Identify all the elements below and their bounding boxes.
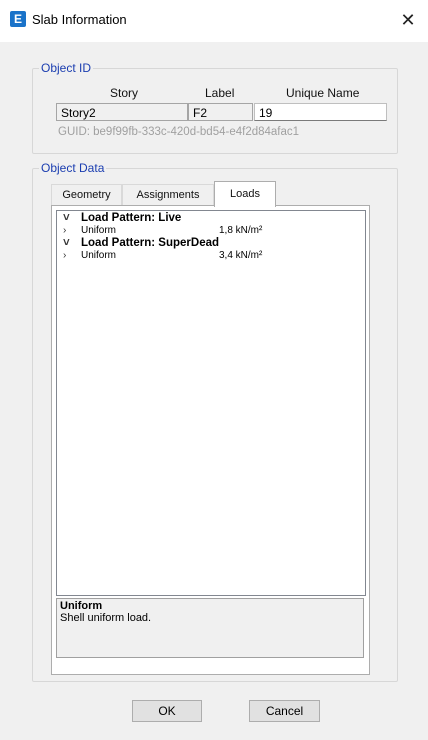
label-field: F2 xyxy=(188,103,253,121)
object-id-legend: Object ID xyxy=(39,61,94,75)
tree-group-label: Load Pattern: SuperDead xyxy=(81,237,220,249)
story-field: Story2 xyxy=(56,103,188,121)
window-title: Slab Information xyxy=(32,12,127,27)
chevron-down-icon[interactable]: ˅ xyxy=(63,211,70,225)
tab-geometry[interactable]: Geometry xyxy=(51,184,122,206)
app-logo-icon: E xyxy=(10,11,26,27)
tree-group-label: Load Pattern: Live xyxy=(81,212,182,224)
tree-group-superdead[interactable]: ˅ Load Pattern: SuperDead xyxy=(57,236,365,250)
tree-item-value: 3,4 kN/m² xyxy=(219,250,263,261)
tree-item-uniform-superdead[interactable]: › Uniform 3,4 kN/m² xyxy=(57,250,365,261)
chevron-right-icon[interactable]: › xyxy=(63,250,66,261)
unique-name-field[interactable]: 19 xyxy=(254,103,387,121)
object-data-legend: Object Data xyxy=(39,161,107,175)
description-text: Shell uniform load. xyxy=(60,612,152,624)
tab-assignments[interactable]: Assignments xyxy=(122,184,214,206)
ok-button[interactable]: OK xyxy=(132,700,202,722)
tree-group-live[interactable]: ˅ Load Pattern: Live xyxy=(57,211,365,225)
story-header: Story xyxy=(110,86,139,100)
chevron-down-icon[interactable]: ˅ xyxy=(63,236,70,250)
cancel-button[interactable]: Cancel xyxy=(249,700,320,722)
tab-loads[interactable]: Loads xyxy=(214,181,276,207)
tree-item-uniform-live[interactable]: › Uniform 1,8 kN/m² xyxy=(57,225,365,236)
label-header: Label xyxy=(205,86,235,100)
loads-panel: ˅ Load Pattern: Live › Uniform 1,8 kN/m²… xyxy=(51,205,370,675)
description-title: Uniform xyxy=(60,600,103,612)
tree-item-value: 1,8 kN/m² xyxy=(219,225,263,236)
tree-item-label: Uniform xyxy=(81,250,117,261)
chevron-right-icon[interactable]: › xyxy=(63,225,66,236)
loads-tree[interactable]: ˅ Load Pattern: Live › Uniform 1,8 kN/m²… xyxy=(56,210,366,596)
unique-name-header: Unique Name xyxy=(286,86,360,100)
description-box: Uniform Shell uniform load. xyxy=(56,598,364,658)
title-bar: E Slab Information ✕ xyxy=(0,0,428,42)
guid-text: GUID: be9f99fb-333c-420d-bd54-e4f2d84afa… xyxy=(58,126,300,138)
close-button[interactable]: ✕ xyxy=(388,0,428,42)
tree-item-label: Uniform xyxy=(81,225,117,236)
